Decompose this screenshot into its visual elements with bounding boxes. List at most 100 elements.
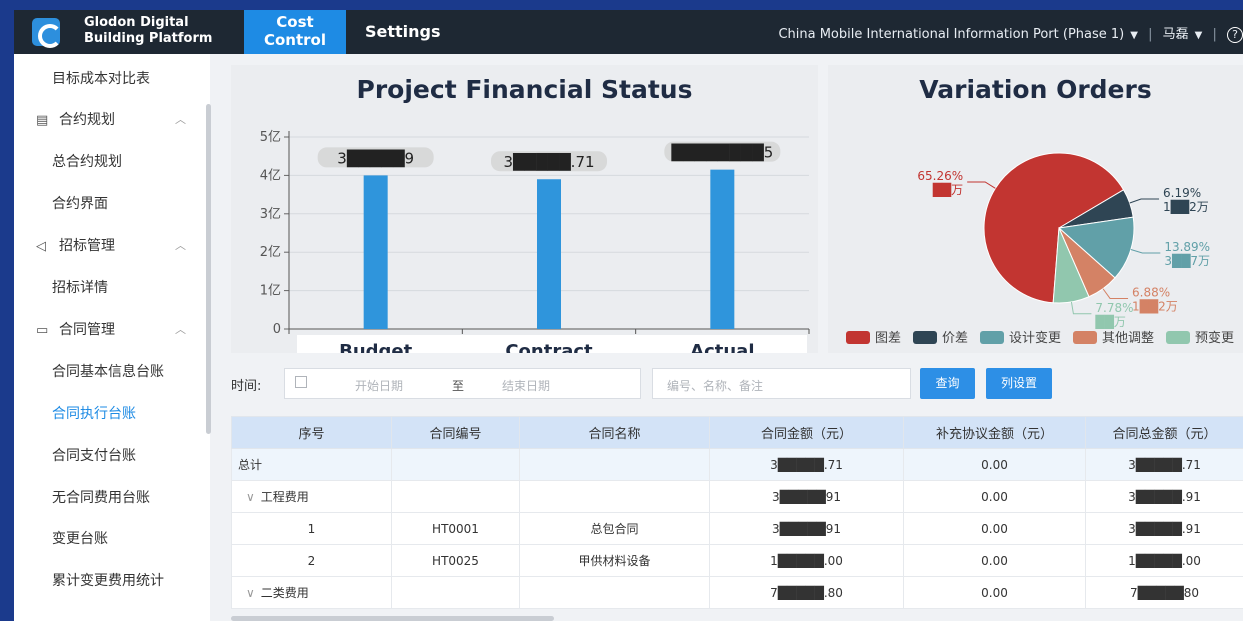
app-window: Glodon Digital Building Platform Cost Co… — [14, 10, 1243, 621]
start-date-input[interactable]: 开始日期 — [355, 377, 403, 394]
y-tick-label: 2亿 — [260, 245, 281, 260]
time-label: 时间: — [231, 379, 262, 394]
column-settings-button[interactable]: 列设置 — [986, 368, 1052, 399]
legend-item: 其他调整 — [1073, 331, 1154, 346]
document-icon: ▤ — [36, 113, 49, 128]
legend-swatch — [980, 331, 1004, 344]
cell-text: 0.00 — [981, 489, 1008, 504]
cell-text: 7█████80 — [1129, 585, 1200, 600]
sidebar-item-total-planning[interactable]: 总合约规划 — [52, 152, 122, 172]
legend-swatch — [1166, 331, 1190, 344]
sidebar-scrollbar[interactable] — [206, 104, 211, 434]
sidebar-item-contract-execution-ledger[interactable]: 合同执行台账 — [52, 404, 136, 424]
table-row[interactable]: ∨ 工程费用 3█████91 0.00 3█████.91 — [231, 480, 1243, 513]
expand-chevron-icon[interactable]: ∨ — [246, 586, 255, 600]
sidebar-item-no-contract-ledger[interactable]: 无合同费用台账 — [52, 488, 150, 508]
column-header-total[interactable]: 合同总金额（元） — [1085, 416, 1243, 449]
table-cell-index: 1 — [231, 512, 392, 545]
column-header-code[interactable]: 合同编号 — [391, 416, 520, 449]
column-header-amount[interactable]: 合同金额（元） — [709, 416, 904, 449]
pie-percent-label: 65.26% — [917, 169, 963, 183]
sidebar-item-bid-details[interactable]: 招标详情 — [52, 278, 108, 298]
column-header-index[interactable]: 序号 — [231, 416, 392, 449]
table-cell-name — [519, 576, 710, 609]
sidebar-group-bidding[interactable]: ◁ 招标管理 ︿ — [36, 236, 196, 256]
column-header-name[interactable]: 合同名称 — [519, 416, 710, 449]
search-input[interactable]: 编号、名称、备注 — [652, 368, 911, 399]
table-row[interactable]: 1 HT0001 总包合同 3█████91 0.00 3█████.91 — [231, 512, 1243, 545]
table-row[interactable]: ∨ 二类费用 7█████.80 0.00 7█████80 — [231, 576, 1243, 609]
query-button[interactable]: 查询 — [920, 368, 975, 399]
table-cell-name — [519, 448, 710, 481]
table-row[interactable]: 2 HT0025 甲供材料设备 1█████.00 0.00 1█████.00 — [231, 544, 1243, 577]
bar — [537, 179, 561, 329]
divider: | — [1212, 27, 1217, 42]
tab-cost-control[interactable]: Cost Control — [244, 10, 346, 54]
cell-text: 0.00 — [981, 457, 1008, 472]
sidebar-group-contract-management[interactable]: ▭ 合同管理 ︿ — [36, 320, 196, 340]
end-date-input[interactable]: 结束日期 — [502, 377, 550, 394]
legend-item: 图差 — [846, 331, 901, 346]
glodon-logo-icon[interactable] — [32, 18, 62, 48]
table-cell-total: 1█████.00 — [1085, 544, 1243, 577]
sidebar: 目标成本对比表 ▤ 合约规划 ︿ 总合约规划 合约界面 ◁ 招标管理 ︿ 招标详情 ▭ 合… — [14, 54, 210, 621]
help-icon[interactable]: ? — [1227, 27, 1243, 43]
expand-chevron-icon[interactable]: ∨ — [246, 490, 255, 504]
top-bar: Glodon Digital Building Platform Cost Co… — [14, 10, 1243, 54]
sidebar-item-target-cost[interactable]: 目标成本对比表 — [52, 69, 150, 89]
table-cell-supplement: 0.00 — [903, 448, 1086, 481]
date-separator: 至 — [452, 379, 465, 393]
cell-text: 3█████.91 — [1128, 489, 1201, 504]
tab-settings[interactable]: Settings — [365, 22, 441, 41]
sidebar-group-contract-planning[interactable]: ▤ 合约规划 ︿ — [36, 110, 196, 130]
sidebar-item-cumulative-change[interactable]: 累计变更费用统计 — [52, 571, 164, 591]
pie-percent-label: 6.88% — [1132, 285, 1170, 299]
chevron-down-icon: ▼ — [1194, 30, 1203, 41]
legend-label: 其他调整 — [1102, 331, 1154, 346]
legend-item: 预变更 — [1166, 330, 1234, 346]
y-tick-label: 1亿 — [260, 284, 281, 299]
legend-swatch — [913, 331, 937, 344]
calendar-icon — [295, 376, 307, 388]
cell-text: 总包合同 — [590, 522, 639, 536]
sidebar-group-label: 招标管理 — [59, 238, 115, 254]
sidebar-item-change-ledger[interactable]: 变更台账 — [52, 529, 108, 549]
table-cell-total: 3█████.71 — [1085, 448, 1243, 481]
table-cell-index: 2 — [231, 544, 392, 577]
filter-bar: 时间: 开始日期 至 结束日期 编号、名称、备注 查询 列设置 — [231, 366, 1243, 402]
table-cell-supplement: 0.00 — [903, 480, 1086, 513]
cell-text: 3█████.71 — [1128, 457, 1201, 472]
cell-text: 3█████.71 — [770, 457, 843, 472]
legend-item: 价差 — [913, 331, 968, 346]
cell-text: 3█████.91 — [1128, 521, 1201, 536]
table-cell-amount: 7█████.80 — [709, 576, 904, 609]
contract-execution-table: 序号 合同编号 合同名称 合同金额（元） 补充协议金额（元） 合同总金额（元） … — [231, 416, 1243, 609]
sidebar-group-label: 合同管理 — [59, 322, 115, 338]
pie-amount-label: ██万 — [1094, 314, 1125, 329]
horizontal-scrollbar[interactable] — [231, 616, 554, 621]
table-cell-name: 甲供材料设备 — [519, 544, 710, 577]
chevron-up-icon: ︿ — [175, 239, 186, 252]
table-cell-supplement: 0.00 — [903, 544, 1086, 577]
sidebar-item-contract-payment-ledger[interactable]: 合同支付台账 — [52, 446, 136, 466]
column-header-supplement[interactable]: 补充协议金额（元） — [903, 416, 1086, 449]
sidebar-item-contract-interface[interactable]: 合约界面 — [52, 194, 108, 214]
legend-label: 价差 — [942, 331, 968, 346]
legend-item: 设计变更 — [980, 330, 1061, 346]
sidebar-item-contract-basic-ledger[interactable]: 合同基本信息台账 — [52, 362, 164, 382]
table-cell-amount: 3█████.71 — [709, 448, 904, 481]
pie-amount-label: 1██2万 — [1132, 298, 1178, 313]
cell-text: 总计 — [238, 458, 263, 472]
cell-text: 3█████91 — [771, 521, 842, 536]
table-cell-total: 7█████80 — [1085, 576, 1243, 609]
table-total-row[interactable]: 总计 3█████.71 0.00 3█████.71 — [231, 448, 1243, 481]
project-selector[interactable]: China Mobile International Information P… — [778, 27, 1138, 42]
cell-text: 0.00 — [981, 521, 1008, 536]
user-menu[interactable]: 马磊 ▼ — [1163, 27, 1203, 42]
cell-text: 7█████.80 — [770, 585, 843, 600]
table-body: 总计 3█████.71 0.00 3█████.71 ∨ 工程费用 3█████91 0.0… — [231, 448, 1243, 609]
date-range-picker[interactable]: 开始日期 至 结束日期 — [284, 368, 641, 399]
legend-swatch — [846, 331, 870, 344]
table-cell-code — [391, 448, 520, 481]
x-tick-label: Budget — [339, 341, 413, 353]
